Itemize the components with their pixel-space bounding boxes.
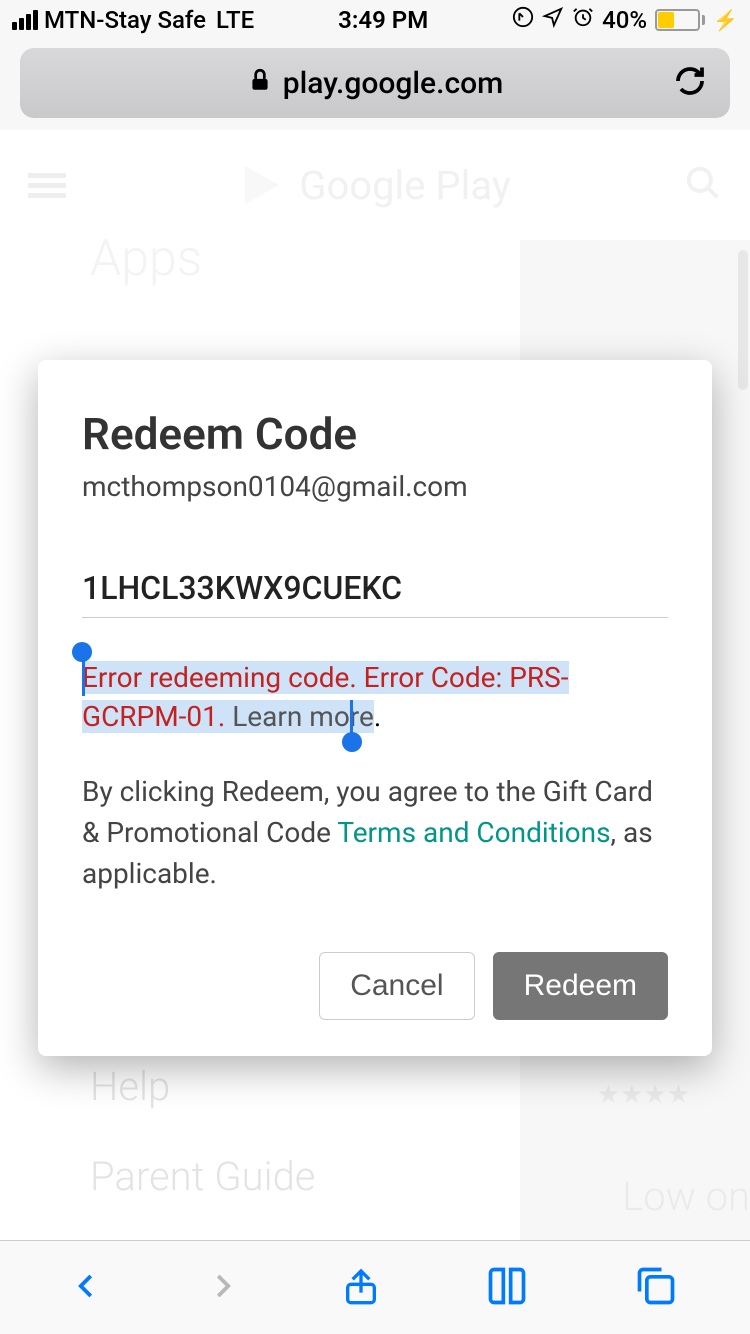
address-bar[interactable]: play.google.com xyxy=(20,48,730,118)
code-input[interactable] xyxy=(82,563,668,618)
bookmarks-icon[interactable] xyxy=(485,1264,529,1312)
browser-chrome: play.google.com xyxy=(0,40,750,130)
share-icon[interactable] xyxy=(341,1262,381,1314)
cancel-button[interactable]: Cancel xyxy=(319,952,474,1020)
dialog-title: Redeem Code xyxy=(82,408,668,460)
signal-icon xyxy=(12,10,38,30)
location-icon xyxy=(542,6,564,34)
carrier-label: MTN-Stay Safe xyxy=(44,6,206,34)
error-message-block: Error redeeming code. Error Code: PRS-GC… xyxy=(82,658,668,736)
safari-toolbar xyxy=(0,1240,750,1334)
reload-icon[interactable] xyxy=(672,63,708,103)
status-bar: MTN-Stay Safe LTE 3:49 PM 40% ⚡ xyxy=(0,0,750,40)
forward-icon[interactable] xyxy=(207,1264,237,1312)
selection-cursor-start xyxy=(82,660,85,696)
tabs-icon[interactable] xyxy=(634,1264,678,1312)
terms-text: By clicking Redeem, you agree to the Gif… xyxy=(82,772,668,894)
terms-link[interactable]: Terms and Conditions xyxy=(337,816,610,849)
redeem-code-dialog: Redeem Code mcthompson0104@gmail.com Err… xyxy=(38,360,712,1056)
back-icon[interactable] xyxy=(72,1264,102,1312)
url-text: play.google.com xyxy=(283,66,504,101)
charging-icon: ⚡ xyxy=(713,8,738,32)
selection-cursor-end xyxy=(350,700,353,736)
redeem-button[interactable]: Redeem xyxy=(493,952,668,1020)
selection-handle-end-icon[interactable] xyxy=(342,732,362,752)
selection-handle-start-icon[interactable] xyxy=(72,642,92,662)
battery-pct-label: 40% xyxy=(602,6,647,34)
network-label: LTE xyxy=(216,6,254,34)
battery-icon xyxy=(655,9,705,31)
lock-icon xyxy=(247,66,273,101)
account-email: mcthompson0104@gmail.com xyxy=(82,470,668,503)
time-label: 3:49 PM xyxy=(338,6,428,34)
alarm-icon xyxy=(572,6,594,34)
rotation-lock-icon xyxy=(512,6,534,34)
